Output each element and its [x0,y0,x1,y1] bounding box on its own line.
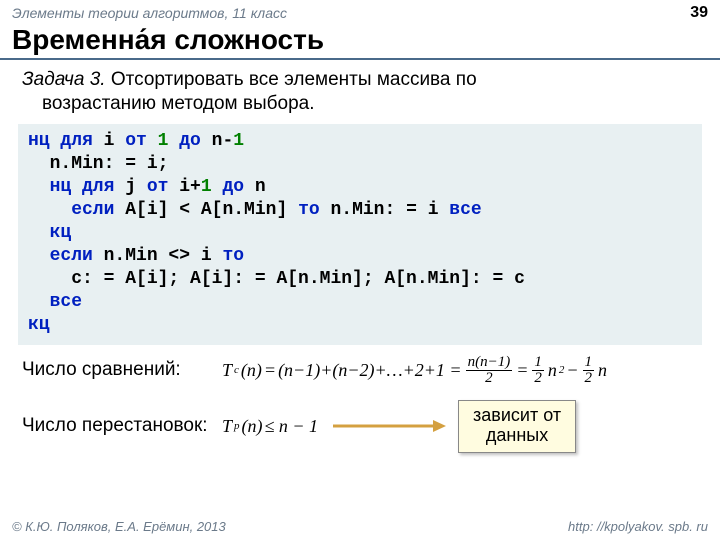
footer-url: http: //kpolyakov. spb. ru [568,519,708,534]
permutations-formula: Tp(n) ≤ n − 1 [222,416,318,437]
kw: нц для [28,131,93,151]
task-label: Задача 3. [22,69,106,90]
f: ≤ n − 1 [265,416,319,437]
kw: если [28,200,114,220]
f: 2 [583,371,595,386]
slide-title: Временна́я сложность [0,24,720,60]
f: n [548,360,557,381]
header-bar: Элементы теории алгоритмов, 11 класс 39 [0,0,720,24]
f: − [566,360,578,381]
kw: все [449,200,481,220]
fraction: 12 [532,355,544,386]
f: 1 [583,355,595,371]
footer: © К.Ю. Поляков, Е.А. Ерёмин, 2013 http: … [0,519,720,534]
f: = [264,360,276,381]
kw: нц для [28,177,114,197]
fraction: 12 [583,355,595,386]
f: 2 [532,371,544,386]
kw: кц [28,315,50,335]
code-block: нц для i от 1 до n-1 n.Min: = i; нц для … [18,124,702,345]
kw: то [298,200,320,220]
code: n.Min: = i; [28,154,168,174]
course-label: Элементы теории алгоритмов, 11 класс [12,5,287,21]
note-box: зависит от данных [458,400,576,453]
kw: кц [28,223,71,243]
f: T [222,416,232,437]
f: (n) [241,360,262,381]
num: 1 [147,131,169,151]
code: A[i] < A[n.Min] [114,200,298,220]
kw: если [28,246,93,266]
footer-authors: © К.Ю. Поляков, Е.А. Ерёмин, 2013 [12,519,226,534]
permutations-row: Число перестановок: Tp(n) ≤ n − 1 зависи… [0,400,720,453]
task-text: Задача 3. Отсортировать все элементы мас… [0,68,720,122]
f: 2 [559,364,565,376]
f: T [222,360,232,381]
code: n [244,177,266,197]
kw: то [222,246,244,266]
kw: все [28,292,82,312]
kw: от [125,131,147,151]
comparisons-row: Число сравнений: Tc(n) = (n−1)+(n−2)+…+2… [0,355,720,386]
code: n- [201,131,233,151]
comparisons-formula: Tc(n) = (n−1)+(n−2)+…+2+1 = n(n−1)2 = 12… [222,355,607,386]
code: i [93,131,125,151]
kw: до [212,177,244,197]
task-line2: возрастанию методом выбора. [22,92,698,116]
f: (n−1)+(n−2)+…+2+1 = [278,360,462,381]
code: c: = A[i]; A[i]: = A[n.Min]; A[n.Min]: =… [28,269,525,289]
arrow-icon [328,414,448,438]
f: 1 [532,355,544,371]
f: p [234,420,240,432]
note-line1: зависит от [473,405,561,426]
f: = [516,360,528,381]
f: n [598,360,607,381]
note-line2: данных [473,425,561,446]
code: j [114,177,146,197]
fraction: n(n−1)2 [466,355,513,386]
task-line1: Отсортировать все элементы массива по [106,69,477,90]
permutations-label: Число перестановок: [22,415,222,437]
code: i+ [168,177,200,197]
f: 2 [483,371,495,386]
comparisons-label: Число сравнений: [22,359,222,381]
f: c [234,364,239,376]
kw: до [168,131,200,151]
f: (n) [242,416,263,437]
num: 1 [201,177,212,197]
code: n.Min <> i [93,246,223,266]
kw: от [147,177,169,197]
f: n(n−1) [466,355,513,371]
code: n.Min: = i [320,200,450,220]
page-number: 39 [690,4,708,22]
num: 1 [233,131,244,151]
